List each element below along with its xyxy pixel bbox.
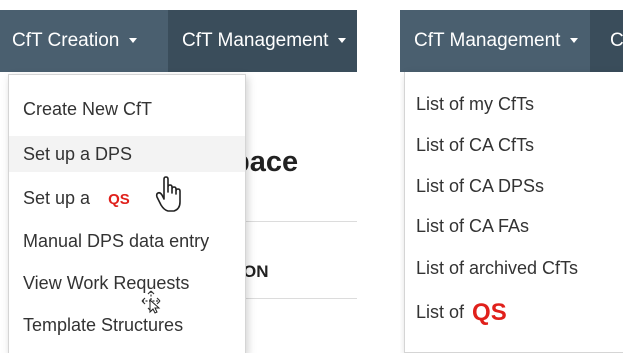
column-header-fragment: ON (243, 262, 269, 281)
menu-item-view-work-requests[interactable]: View Work Requests (9, 265, 245, 301)
menu-item-label: Set up a DPS (23, 144, 133, 164)
menu-item-manual-dps-data-entry[interactable]: Manual DPS data entry (9, 223, 245, 259)
menu-item-label: Set up a (23, 188, 91, 208)
menu-item-label: List of (416, 302, 465, 322)
divider (244, 298, 357, 299)
cft-creation-dropdown: Create New CfT Set up a DPS Set up a QS M… (8, 74, 246, 353)
caret-down-icon (570, 38, 579, 44)
right-screenshot-panel: CfT Management C List of my CfTs List of… (400, 0, 623, 353)
top-navbar: CfT Creation CfT Management (0, 10, 357, 72)
menu-item-label: List of CA DPSs (416, 176, 545, 196)
top-navbar: CfT Management C (400, 10, 623, 82)
caret-down-icon (338, 38, 347, 44)
nav-item-truncated-label: C (610, 30, 623, 51)
menu-item-list-qs[interactable]: List of QS (405, 294, 623, 330)
nav-cft-management[interactable]: CfT Management (400, 10, 590, 72)
menu-item-label: Manual DPS data entry (23, 231, 210, 251)
menu-item-label: List of archived CfTs (416, 258, 579, 278)
nav-cft-creation-label: CfT Creation (12, 30, 120, 51)
menu-item-create-new-cft[interactable]: Create New CfT (9, 91, 245, 127)
menu-item-label: List of my CfTs (416, 94, 535, 114)
menu-item-label: List of CA FAs (416, 216, 530, 236)
menu-item-label: Create New CfT (23, 99, 153, 119)
left-screenshot-panel: CfT Creation CfT Management pace ON Crea… (0, 0, 357, 353)
nav-cft-management-label: CfT Management (182, 30, 329, 51)
menu-item-list-archived-cfts[interactable]: List of archived CfTs (405, 250, 623, 286)
menu-item-label: Template Structures (23, 315, 184, 335)
move-cursor-icon (141, 290, 161, 314)
qs-annotation: QS (108, 191, 130, 208)
nav-cft-management[interactable]: CfT Management (168, 10, 357, 72)
menu-item-label: View Work Requests (23, 273, 190, 293)
menu-item-template-structures[interactable]: Template Structures (9, 307, 245, 343)
nav-cft-management-label: CfT Management (414, 30, 561, 51)
cft-management-dropdown: List of my CfTs List of CA CfTs List of … (404, 72, 623, 353)
divider (244, 221, 357, 222)
menu-item-label: List of CA CfTs (416, 135, 535, 155)
nav-cft-creation[interactable]: CfT Creation (0, 10, 168, 72)
menu-item-list-ca-dpss[interactable]: List of CA DPSs (405, 168, 623, 204)
menu-item-list-ca-fas[interactable]: List of CA FAs (405, 208, 623, 244)
menu-item-list-my-cfts[interactable]: List of my CfTs (405, 86, 623, 122)
menu-item-list-ca-cfts[interactable]: List of CA CfTs (405, 127, 623, 163)
qs-annotation: QS (472, 299, 507, 326)
hand-pointer-cursor-icon (155, 176, 181, 212)
nav-item-truncated[interactable]: C (590, 10, 623, 72)
menu-item-set-up-qs[interactable]: Set up a QS (9, 180, 245, 216)
caret-down-icon (129, 38, 138, 44)
menu-item-set-up-dps[interactable]: Set up a DPS (9, 136, 245, 172)
